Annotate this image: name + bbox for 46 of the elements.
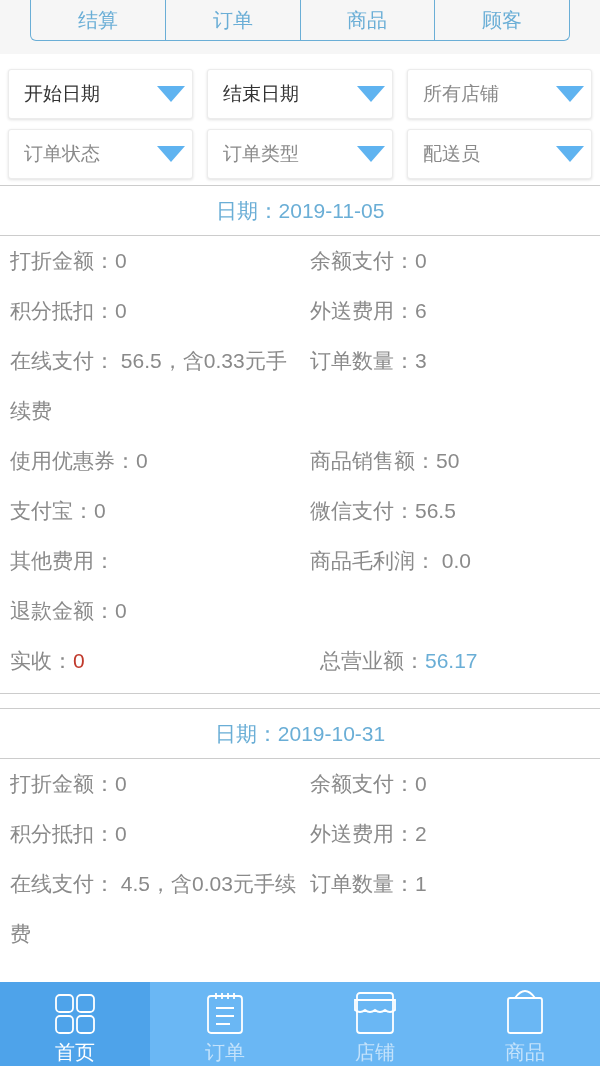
tab-bar-item[interactable]: 首页 — [0, 982, 150, 1066]
stat-text: 实收：0 — [10, 648, 86, 674]
notepad-icon — [207, 992, 243, 1034]
stat-text: 外送费用：2 — [310, 821, 428, 847]
stat-text: 退款金额：0 — [10, 598, 128, 624]
grid-icon — [55, 994, 95, 1034]
dropdown-arrow-icon — [156, 145, 187, 163]
dropdown[interactable]: 订单类型 — [207, 129, 393, 179]
segment-tab[interactable]: 商品 — [299, 0, 435, 40]
segment-tab[interactable]: 结算 — [31, 0, 165, 40]
dropdown-arrow-icon — [355, 85, 386, 103]
stat-text: 订单数量：3 — [310, 348, 428, 374]
segment-tab[interactable]: 顾客 — [434, 0, 569, 40]
stat-text: 订单数量：1 — [310, 871, 428, 897]
stat-text: 外送费用：6 — [310, 298, 428, 324]
stat-text: 总营业额：56.17 — [320, 648, 479, 674]
date-heading: 日期：2019-10-31 — [214, 720, 386, 747]
dropdown[interactable]: 订单状态 — [8, 129, 194, 179]
stat-text: 积分抵扣：0 — [10, 298, 128, 324]
stat-text: 使用优惠券：0 — [10, 448, 149, 474]
dropdown[interactable]: 结束日期 — [207, 69, 393, 119]
dropdown[interactable]: 开始日期 — [8, 69, 194, 119]
tab-bar-item[interactable]: 店铺 — [300, 982, 450, 1066]
segment-tab[interactable]: 订单 — [164, 0, 300, 40]
stat-text: 在线支付： 4.5，含0.03元手续费 — [10, 871, 296, 947]
stat-text: 打折金额：0 — [10, 248, 128, 274]
dropdown-arrow-icon — [555, 85, 585, 103]
dropdown[interactable]: 配送员 — [406, 129, 592, 179]
stat-text: 打折金额：0 — [10, 771, 128, 797]
stat-text: 商品毛利润： 0.0 — [310, 548, 473, 574]
stat-text: 商品销售额：50 — [310, 448, 461, 474]
dropdown-arrow-icon — [355, 145, 386, 163]
date-heading: 日期：2019-11-05 — [215, 197, 385, 224]
stat-text: 其他费用： — [10, 548, 116, 574]
stat-text: 积分抵扣：0 — [10, 821, 128, 847]
stat-text: 余额支付：0 — [310, 771, 428, 797]
stat-text: 微信支付：56.5 — [310, 498, 457, 524]
tab-bar-item[interactable]: 商品 — [450, 982, 600, 1066]
dropdown-arrow-icon — [555, 145, 585, 163]
store-icon — [354, 992, 396, 1034]
stat-text: 在线支付： 56.5，含0.33元手续费 — [10, 348, 288, 424]
dropdown-arrow-icon — [156, 85, 187, 103]
dropdown[interactable]: 所有店铺 — [406, 69, 592, 119]
tab-bar-item[interactable]: 订单 — [150, 982, 300, 1066]
stat-text: 支付宝：0 — [10, 498, 107, 524]
stat-text: 余额支付：0 — [310, 248, 428, 274]
